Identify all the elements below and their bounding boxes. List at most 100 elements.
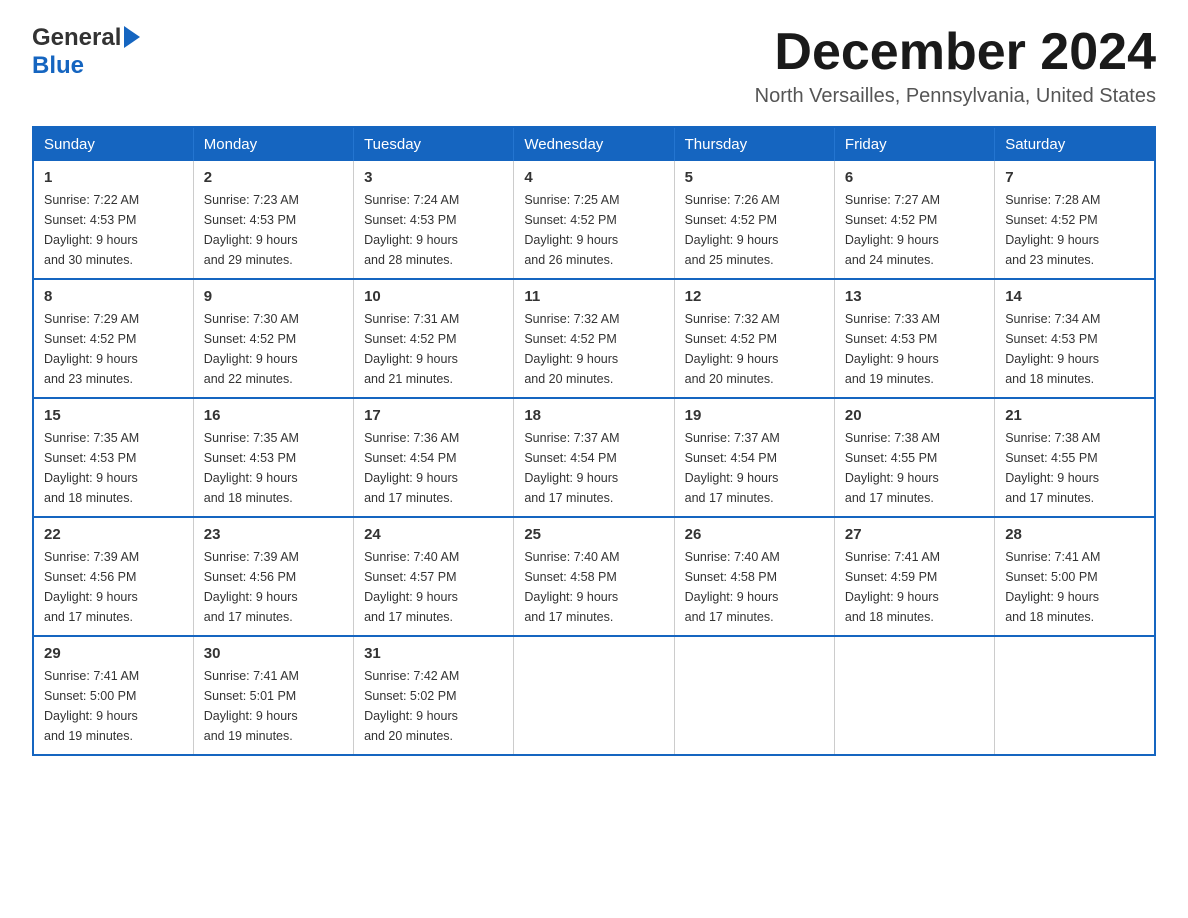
day-cell: 29 Sunrise: 7:41 AM Sunset: 5:00 PM Dayl… (33, 636, 193, 755)
day-number: 19 (685, 407, 824, 424)
day-cell: 20 Sunrise: 7:38 AM Sunset: 4:55 PM Dayl… (834, 398, 994, 517)
day-cell: 24 Sunrise: 7:40 AM Sunset: 4:57 PM Dayl… (354, 517, 514, 636)
week-row-1: 1 Sunrise: 7:22 AM Sunset: 4:53 PM Dayli… (33, 161, 1155, 279)
day-cell: 23 Sunrise: 7:39 AM Sunset: 4:56 PM Dayl… (193, 517, 353, 636)
day-number: 31 (364, 645, 503, 662)
day-number: 10 (364, 288, 503, 305)
day-info: Sunrise: 7:42 AM Sunset: 5:02 PM Dayligh… (364, 666, 503, 746)
day-cell: 5 Sunrise: 7:26 AM Sunset: 4:52 PM Dayli… (674, 161, 834, 279)
day-cell: 19 Sunrise: 7:37 AM Sunset: 4:54 PM Dayl… (674, 398, 834, 517)
week-row-2: 8 Sunrise: 7:29 AM Sunset: 4:52 PM Dayli… (33, 279, 1155, 398)
day-number: 11 (524, 288, 663, 305)
day-number: 12 (685, 288, 824, 305)
day-cell: 10 Sunrise: 7:31 AM Sunset: 4:52 PM Dayl… (354, 279, 514, 398)
day-number: 29 (44, 645, 183, 662)
day-number: 14 (1005, 288, 1144, 305)
day-cell: 26 Sunrise: 7:40 AM Sunset: 4:58 PM Dayl… (674, 517, 834, 636)
day-info: Sunrise: 7:39 AM Sunset: 4:56 PM Dayligh… (204, 547, 343, 627)
day-cell (514, 636, 674, 755)
location-subtitle: North Versailles, Pennsylvania, United S… (755, 85, 1156, 108)
col-header-sunday: Sunday (33, 127, 193, 161)
day-number: 15 (44, 407, 183, 424)
day-cell: 7 Sunrise: 7:28 AM Sunset: 4:52 PM Dayli… (995, 161, 1155, 279)
day-info: Sunrise: 7:33 AM Sunset: 4:53 PM Dayligh… (845, 309, 984, 389)
day-number: 21 (1005, 407, 1144, 424)
day-cell (834, 636, 994, 755)
day-cell: 4 Sunrise: 7:25 AM Sunset: 4:52 PM Dayli… (514, 161, 674, 279)
day-cell: 22 Sunrise: 7:39 AM Sunset: 4:56 PM Dayl… (33, 517, 193, 636)
day-info: Sunrise: 7:24 AM Sunset: 4:53 PM Dayligh… (364, 190, 503, 270)
calendar-header-row: SundayMondayTuesdayWednesdayThursdayFrid… (33, 127, 1155, 161)
day-info: Sunrise: 7:38 AM Sunset: 4:55 PM Dayligh… (845, 428, 984, 508)
day-info: Sunrise: 7:37 AM Sunset: 4:54 PM Dayligh… (685, 428, 824, 508)
day-cell: 31 Sunrise: 7:42 AM Sunset: 5:02 PM Dayl… (354, 636, 514, 755)
day-cell (995, 636, 1155, 755)
day-cell: 9 Sunrise: 7:30 AM Sunset: 4:52 PM Dayli… (193, 279, 353, 398)
day-number: 17 (364, 407, 503, 424)
page-header: General Blue December 2024 North Versail… (32, 24, 1156, 108)
day-cell: 14 Sunrise: 7:34 AM Sunset: 4:53 PM Dayl… (995, 279, 1155, 398)
calendar-table: SundayMondayTuesdayWednesdayThursdayFrid… (32, 126, 1156, 756)
day-info: Sunrise: 7:37 AM Sunset: 4:54 PM Dayligh… (524, 428, 663, 508)
day-info: Sunrise: 7:30 AM Sunset: 4:52 PM Dayligh… (204, 309, 343, 389)
day-info: Sunrise: 7:32 AM Sunset: 4:52 PM Dayligh… (524, 309, 663, 389)
day-number: 24 (364, 526, 503, 543)
col-header-friday: Friday (834, 127, 994, 161)
day-cell: 25 Sunrise: 7:40 AM Sunset: 4:58 PM Dayl… (514, 517, 674, 636)
day-number: 4 (524, 169, 663, 186)
day-info: Sunrise: 7:34 AM Sunset: 4:53 PM Dayligh… (1005, 309, 1144, 389)
day-info: Sunrise: 7:27 AM Sunset: 4:52 PM Dayligh… (845, 190, 984, 270)
day-number: 22 (44, 526, 183, 543)
day-cell: 16 Sunrise: 7:35 AM Sunset: 4:53 PM Dayl… (193, 398, 353, 517)
day-number: 30 (204, 645, 343, 662)
week-row-3: 15 Sunrise: 7:35 AM Sunset: 4:53 PM Dayl… (33, 398, 1155, 517)
day-info: Sunrise: 7:22 AM Sunset: 4:53 PM Dayligh… (44, 190, 183, 270)
day-number: 18 (524, 407, 663, 424)
day-number: 7 (1005, 169, 1144, 186)
day-cell: 2 Sunrise: 7:23 AM Sunset: 4:53 PM Dayli… (193, 161, 353, 279)
week-row-5: 29 Sunrise: 7:41 AM Sunset: 5:00 PM Dayl… (33, 636, 1155, 755)
day-number: 1 (44, 169, 183, 186)
day-cell: 15 Sunrise: 7:35 AM Sunset: 4:53 PM Dayl… (33, 398, 193, 517)
day-cell: 28 Sunrise: 7:41 AM Sunset: 5:00 PM Dayl… (995, 517, 1155, 636)
day-number: 23 (204, 526, 343, 543)
logo-general-text: General (32, 24, 121, 52)
day-cell: 11 Sunrise: 7:32 AM Sunset: 4:52 PM Dayl… (514, 279, 674, 398)
title-area: December 2024 North Versailles, Pennsylv… (755, 24, 1156, 108)
col-header-saturday: Saturday (995, 127, 1155, 161)
day-info: Sunrise: 7:41 AM Sunset: 5:00 PM Dayligh… (1005, 547, 1144, 627)
day-info: Sunrise: 7:41 AM Sunset: 4:59 PM Dayligh… (845, 547, 984, 627)
week-row-4: 22 Sunrise: 7:39 AM Sunset: 4:56 PM Dayl… (33, 517, 1155, 636)
day-number: 8 (44, 288, 183, 305)
day-number: 20 (845, 407, 984, 424)
day-info: Sunrise: 7:40 AM Sunset: 4:57 PM Dayligh… (364, 547, 503, 627)
day-cell: 17 Sunrise: 7:36 AM Sunset: 4:54 PM Dayl… (354, 398, 514, 517)
day-cell: 21 Sunrise: 7:38 AM Sunset: 4:55 PM Dayl… (995, 398, 1155, 517)
day-info: Sunrise: 7:39 AM Sunset: 4:56 PM Dayligh… (44, 547, 183, 627)
day-cell: 18 Sunrise: 7:37 AM Sunset: 4:54 PM Dayl… (514, 398, 674, 517)
day-info: Sunrise: 7:40 AM Sunset: 4:58 PM Dayligh… (524, 547, 663, 627)
day-number: 16 (204, 407, 343, 424)
col-header-tuesday: Tuesday (354, 127, 514, 161)
col-header-monday: Monday (193, 127, 353, 161)
day-info: Sunrise: 7:38 AM Sunset: 4:55 PM Dayligh… (1005, 428, 1144, 508)
day-number: 3 (364, 169, 503, 186)
day-info: Sunrise: 7:35 AM Sunset: 4:53 PM Dayligh… (204, 428, 343, 508)
day-cell: 6 Sunrise: 7:27 AM Sunset: 4:52 PM Dayli… (834, 161, 994, 279)
month-title: December 2024 (755, 24, 1156, 81)
day-info: Sunrise: 7:35 AM Sunset: 4:53 PM Dayligh… (44, 428, 183, 508)
day-info: Sunrise: 7:41 AM Sunset: 5:01 PM Dayligh… (204, 666, 343, 746)
day-number: 27 (845, 526, 984, 543)
day-cell: 12 Sunrise: 7:32 AM Sunset: 4:52 PM Dayl… (674, 279, 834, 398)
col-header-thursday: Thursday (674, 127, 834, 161)
day-info: Sunrise: 7:32 AM Sunset: 4:52 PM Dayligh… (685, 309, 824, 389)
logo: General Blue (32, 24, 140, 80)
day-cell (674, 636, 834, 755)
day-info: Sunrise: 7:40 AM Sunset: 4:58 PM Dayligh… (685, 547, 824, 627)
day-info: Sunrise: 7:41 AM Sunset: 5:00 PM Dayligh… (44, 666, 183, 746)
day-number: 13 (845, 288, 984, 305)
logo-arrow-icon (124, 26, 140, 48)
day-cell: 8 Sunrise: 7:29 AM Sunset: 4:52 PM Dayli… (33, 279, 193, 398)
day-cell: 30 Sunrise: 7:41 AM Sunset: 5:01 PM Dayl… (193, 636, 353, 755)
col-header-wednesday: Wednesday (514, 127, 674, 161)
